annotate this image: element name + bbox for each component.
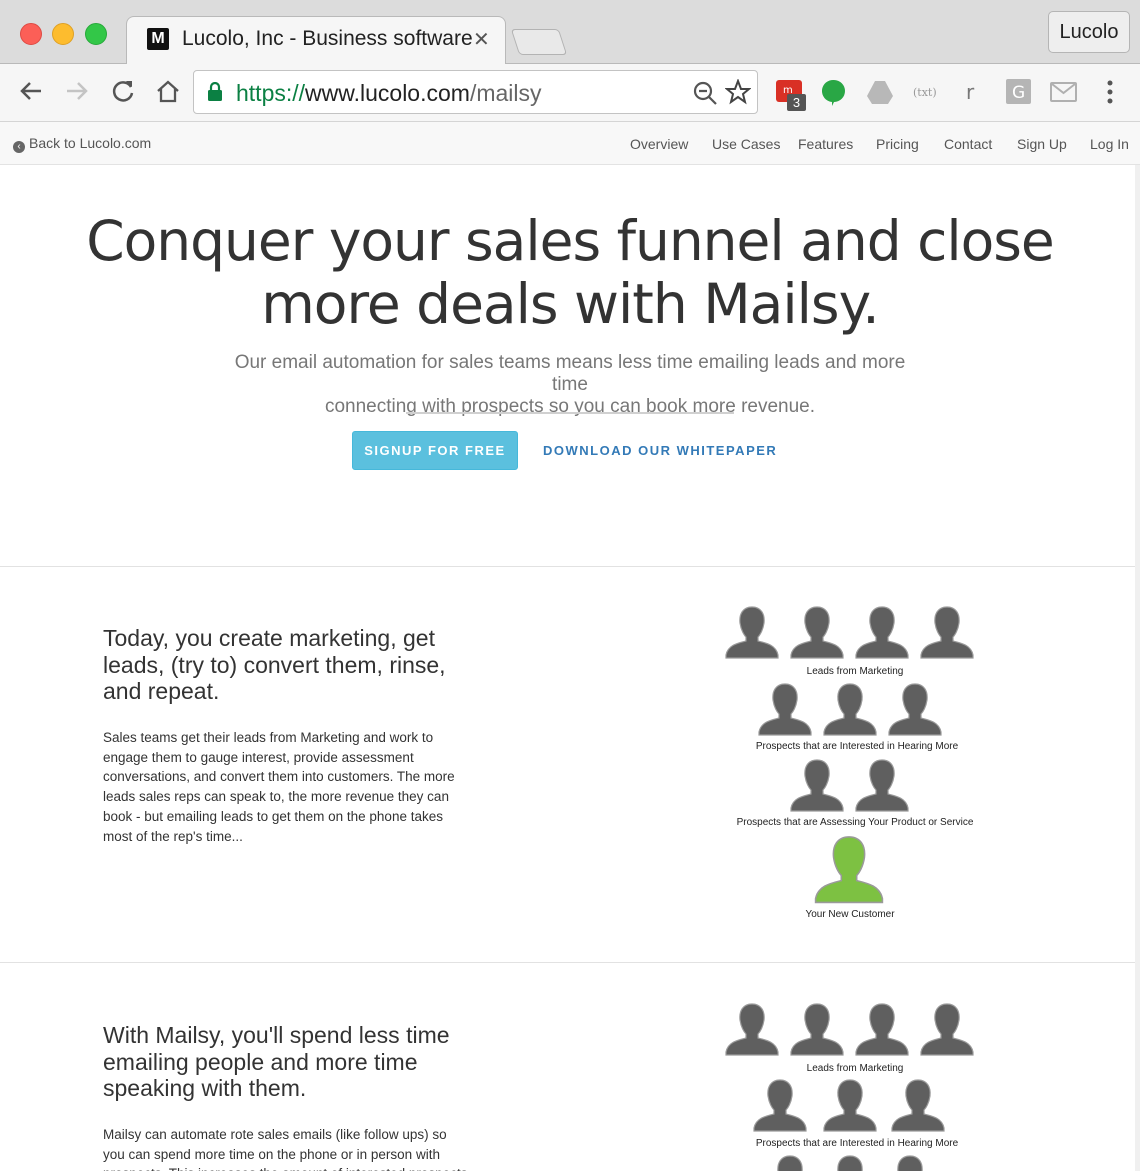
funnel-label: Your New Customer (805, 909, 895, 920)
back-to-lucolo-link[interactable]: ‹ Back to Lucolo.com (13, 135, 151, 153)
menu-dots-icon[interactable] (1096, 78, 1124, 106)
nav-pricing[interactable]: Pricing (876, 136, 919, 152)
lock-icon (208, 82, 222, 101)
hero-title-line: more deals with Mailsy. (261, 272, 880, 336)
person-icon (725, 1003, 779, 1056)
tab-title: Lucolo, Inc - Business software (182, 27, 472, 50)
funnel-diagram: Leads from Marketing Prospects that are … (690, 605, 1020, 925)
person-icon (883, 1155, 937, 1171)
person-icon (753, 1079, 807, 1132)
svg-text:(txt): (txt) (913, 86, 937, 99)
hero-subtitle-line: Our email automation for sales teams mea… (234, 352, 906, 395)
browser-toolbar: https://www.lucolo.com/mailsy m (txt) r … (0, 64, 1140, 122)
url-text: https://www.lucolo.com/mailsy (236, 80, 542, 106)
nav-use-cases[interactable]: Use Cases (712, 136, 780, 152)
section1-title: Today, you create marketing, get leads, … (103, 625, 446, 704)
person-icon (763, 1155, 817, 1171)
page-scrollbar[interactable] (1135, 165, 1140, 1171)
new-tab-button[interactable] (510, 29, 568, 55)
funnel-diagram: Leads from Marketing Prospects that are … (690, 1002, 1020, 1171)
grammar-extension-icon[interactable]: G (1005, 78, 1033, 106)
reload-icon[interactable] (108, 76, 138, 106)
signup-for-free-button[interactable]: SIGNUP FOR FREE (352, 431, 518, 470)
hero-divider (406, 412, 734, 414)
section-divider (0, 962, 1140, 963)
close-window-button[interactable] (20, 23, 42, 45)
hangouts-extension-icon[interactable] (820, 78, 848, 106)
svg-text:r: r (966, 80, 975, 104)
nav-log-in[interactable]: Log In (1090, 136, 1129, 152)
section-divider (0, 566, 1140, 567)
nav-contact[interactable]: Contact (944, 136, 992, 152)
person-icon (891, 1079, 945, 1132)
funnel-label: Prospects that are Interested in Hearing… (755, 1138, 959, 1149)
person-icon (823, 1079, 877, 1132)
download-whitepaper-link[interactable]: DOWNLOAD OUR WHITEPAPER (543, 443, 777, 458)
person-icon (823, 1155, 877, 1171)
funnel-label: Leads from Marketing (806, 666, 904, 677)
hero-title-line: Conquer your sales funnel and close (86, 209, 1055, 273)
forward-arrow-icon[interactable] (62, 76, 92, 106)
address-bar[interactable]: https://www.lucolo.com/mailsy (193, 70, 758, 114)
zoom-icon[interactable] (692, 80, 718, 106)
person-icon (855, 606, 909, 659)
person-icon (920, 1003, 974, 1056)
r-extension-icon[interactable]: r (960, 78, 988, 106)
minimize-window-button[interactable] (52, 23, 74, 45)
svg-text:G: G (1012, 83, 1025, 103)
section2-title: With Mailsy, you'll spend less time emai… (103, 1022, 450, 1101)
nav-overview[interactable]: Overview (630, 136, 688, 152)
tab-close-icon[interactable]: ✕ (473, 27, 490, 52)
site-subnav: ‹ Back to Lucolo.com Overview Use Cases F… (0, 122, 1140, 165)
mail-envelope-icon[interactable] (1050, 78, 1078, 106)
funnel-label: Leads from Marketing (806, 1063, 904, 1074)
text-extension-icon[interactable]: (txt) (912, 78, 940, 106)
maximize-window-button[interactable] (85, 23, 107, 45)
person-icon (790, 1003, 844, 1056)
browser-tab-bar: M Lucolo, Inc - Business software ✕ Luco… (0, 0, 1140, 64)
person-icon (790, 606, 844, 659)
person-icon (823, 683, 877, 736)
person-icon (725, 606, 779, 659)
hero-subtitle: Our email automation for sales teams mea… (220, 352, 920, 418)
back-circle-icon: ‹ (13, 141, 25, 153)
extension-badge: 3 (787, 94, 806, 111)
person-icon (888, 683, 942, 736)
nav-features[interactable]: Features (798, 136, 853, 152)
drive-extension-icon[interactable] (866, 78, 894, 106)
profile-button[interactable]: Lucolo (1048, 11, 1130, 53)
section2-body: Mailsy can automate rote sales emails (l… (103, 1127, 467, 1171)
funnel-label: Prospects that are Assessing Your Produc… (736, 817, 974, 828)
customer-person-icon (814, 836, 884, 904)
funnel-label: Prospects that are Interested in Hearing… (755, 741, 959, 752)
hero-subtitle-line: connecting with prospects so you can boo… (324, 396, 816, 417)
site-favicon-icon: M (147, 28, 169, 50)
hero-title: Conquer your sales funnel and close more… (0, 210, 1140, 336)
person-icon (855, 1003, 909, 1056)
back-arrow-icon[interactable] (16, 76, 46, 106)
person-icon (790, 759, 844, 812)
home-icon[interactable] (153, 76, 183, 106)
star-icon[interactable] (725, 79, 751, 105)
person-icon (758, 683, 812, 736)
section1-body: Sales teams get their leads from Marketi… (103, 730, 455, 844)
person-icon (855, 759, 909, 812)
nav-sign-up[interactable]: Sign Up (1017, 136, 1067, 152)
browser-tab[interactable]: M Lucolo, Inc - Business software ✕ (126, 16, 506, 64)
person-icon (920, 606, 974, 659)
